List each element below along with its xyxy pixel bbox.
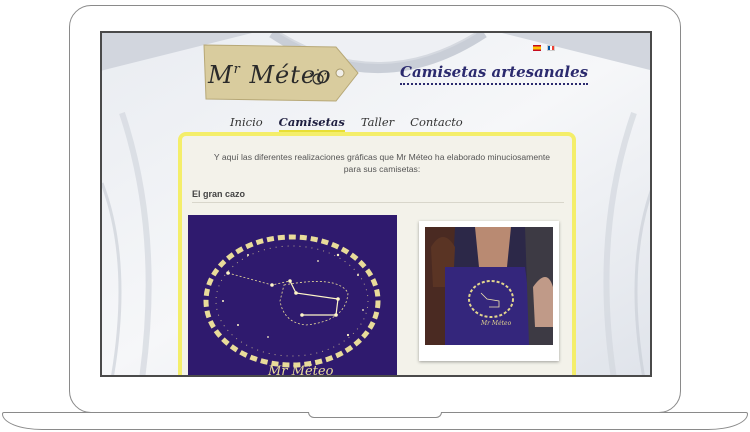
section-title: El gran cazo: [192, 189, 246, 199]
browser-viewport: Mr Méteo Camisetas artesanales Inicio Ca…: [100, 31, 652, 377]
logo-text: Mr Méteo: [208, 61, 332, 89]
design-signature: Mr Méteo: [267, 364, 334, 377]
flag-fr-icon[interactable]: [547, 45, 555, 51]
photo-polaroid[interactable]: Mr Méteo: [419, 221, 559, 361]
flag-es-icon[interactable]: [533, 45, 541, 51]
intro-text: Y aquí las diferentes realizaciones gráf…: [213, 152, 551, 174]
nav-item-inicio[interactable]: Inicio: [230, 115, 263, 132]
model-photo: Mr Méteo: [425, 227, 553, 345]
nav-item-taller[interactable]: Taller: [361, 115, 394, 132]
language-switcher: [533, 45, 555, 51]
nav-item-contacto[interactable]: Contacto: [410, 115, 463, 132]
site-tagline: Camisetas artesanales: [400, 63, 589, 85]
site: Mr Méteo Camisetas artesanales Inicio Ca…: [102, 33, 650, 375]
design-image[interactable]: Mr Méteo: [188, 215, 397, 377]
nav-item-camisetas[interactable]: Camisetas: [278, 115, 345, 132]
photo-signature: Mr Méteo: [480, 320, 512, 327]
laptop-notch: [308, 412, 442, 418]
big-dipper-design: Mr Méteo: [188, 215, 397, 377]
main-nav: Inicio Camisetas Taller Contacto: [230, 115, 463, 132]
section-divider: [192, 202, 564, 203]
